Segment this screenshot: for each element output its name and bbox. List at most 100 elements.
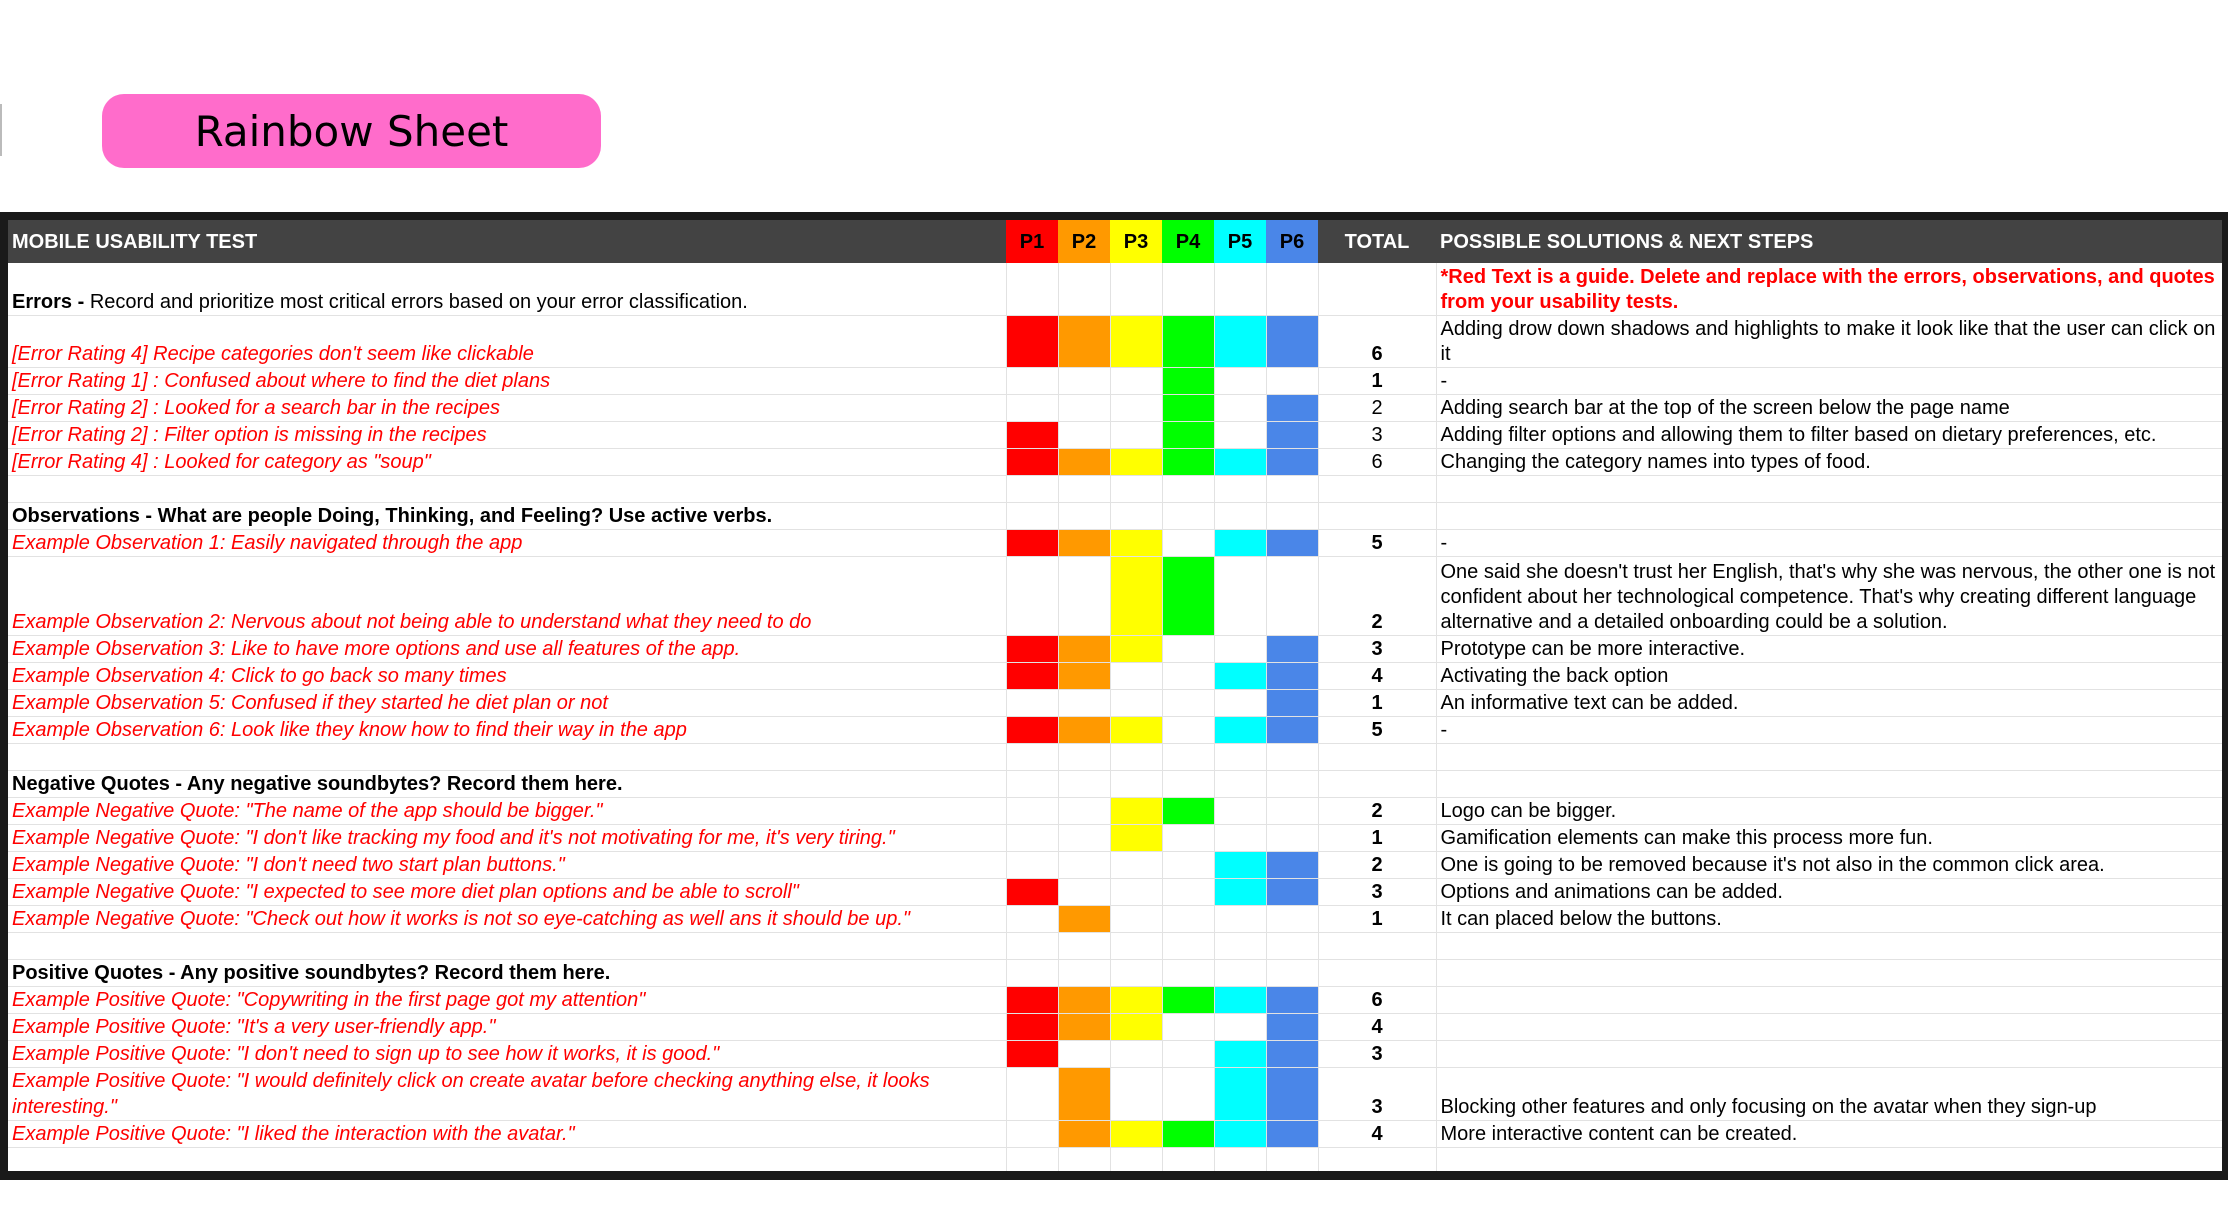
empty-cell[interactable] [1318, 1147, 1437, 1171]
finding-text[interactable]: Example Positive Quote: "Copywriting in … [8, 986, 1007, 1014]
participant-p2-cell[interactable] [1058, 716, 1111, 744]
participant-p3-cell[interactable] [1110, 1040, 1163, 1068]
participant-p5-cell[interactable] [1214, 662, 1267, 690]
participant-p3-cell[interactable] [1110, 797, 1163, 825]
participant-p6-cell[interactable] [1266, 1067, 1319, 1121]
empty-cell[interactable] [1006, 770, 1059, 798]
participant-p1-cell[interactable] [1006, 421, 1059, 449]
participant-p4-cell[interactable] [1162, 1040, 1215, 1068]
participant-p3-cell[interactable] [1110, 529, 1163, 557]
empty-cell[interactable] [1162, 1147, 1215, 1171]
total-cell[interactable]: 3 [1318, 1067, 1437, 1121]
total-cell[interactable]: 2 [1318, 556, 1437, 636]
section-label[interactable]: Observations - What are people Doing, Th… [8, 502, 1007, 530]
participant-p2-cell[interactable] [1058, 878, 1111, 906]
participant-p4-cell[interactable] [1162, 1067, 1215, 1121]
empty-cell[interactable] [1266, 263, 1319, 316]
participant-p1-cell[interactable] [1006, 986, 1059, 1014]
participant-p6-cell[interactable] [1266, 421, 1319, 449]
solution-cell[interactable]: An informative text can be added. [1436, 689, 2222, 717]
participant-p4-cell[interactable] [1162, 824, 1215, 852]
solution-cell[interactable]: More interactive content can be created. [1436, 1120, 2222, 1148]
participant-p1-cell[interactable] [1006, 529, 1059, 557]
participant-p2-cell[interactable] [1058, 1120, 1111, 1148]
participant-p6-cell[interactable] [1266, 635, 1319, 663]
participant-p3-cell[interactable] [1110, 635, 1163, 663]
solution-cell[interactable]: Blocking other features and only focusin… [1436, 1067, 2222, 1121]
total-cell[interactable]: 4 [1318, 1013, 1437, 1041]
empty-cell[interactable] [1058, 770, 1111, 798]
empty-cell[interactable] [1162, 932, 1215, 960]
finding-text[interactable]: Example Observation 1: Easily navigated … [8, 529, 1007, 557]
participant-p5-cell[interactable] [1214, 986, 1267, 1014]
solutions-cell[interactable] [1436, 502, 2222, 530]
participant-p3-cell[interactable] [1110, 662, 1163, 690]
participant-p1-cell[interactable] [1006, 448, 1059, 476]
participant-p1-cell[interactable] [1006, 315, 1059, 368]
empty-cell[interactable] [1110, 502, 1163, 530]
participant-p5-cell[interactable] [1214, 315, 1267, 368]
finding-text[interactable]: Example Positive Quote: "It's a very use… [8, 1013, 1007, 1041]
total-cell[interactable]: 2 [1318, 797, 1437, 825]
empty-cell[interactable] [1110, 959, 1163, 987]
participant-p6-cell[interactable] [1266, 394, 1319, 422]
solution-cell[interactable]: - [1436, 529, 2222, 557]
participant-p4-cell[interactable] [1162, 851, 1215, 879]
empty-cell[interactable] [1006, 959, 1059, 987]
participant-p6-cell[interactable] [1266, 986, 1319, 1014]
empty-cell[interactable] [1006, 263, 1059, 316]
participant-p5-cell[interactable] [1214, 851, 1267, 879]
total-cell[interactable]: 6 [1318, 448, 1437, 476]
finding-text[interactable]: Example Positive Quote: "I would definit… [8, 1067, 1007, 1121]
participant-p2-cell[interactable] [1058, 1067, 1111, 1121]
solution-cell[interactable]: Adding filter options and allowing them … [1436, 421, 2222, 449]
participant-p1-cell[interactable] [1006, 662, 1059, 690]
empty-cell[interactable] [1318, 770, 1437, 798]
empty-cell[interactable] [1058, 475, 1111, 503]
solution-cell[interactable]: Options and animations can be added. [1436, 878, 2222, 906]
solution-cell[interactable]: Activating the back option [1436, 662, 2222, 690]
participant-p1-cell[interactable] [1006, 824, 1059, 852]
total-cell[interactable]: 1 [1318, 824, 1437, 852]
solution-cell[interactable]: Adding search bar at the top of the scre… [1436, 394, 2222, 422]
participant-p1-cell[interactable] [1006, 878, 1059, 906]
participant-p3-cell[interactable] [1110, 1013, 1163, 1041]
solutions-cell[interactable] [1436, 959, 2222, 987]
finding-text[interactable]: Example Observation 2: Nervous about not… [8, 556, 1007, 636]
empty-cell[interactable] [1318, 502, 1437, 530]
empty-cell[interactable] [1214, 475, 1267, 503]
section-label[interactable]: Negative Quotes - Any negative soundbyte… [8, 770, 1007, 798]
participant-p5-cell[interactable] [1214, 1040, 1267, 1068]
total-cell[interactable]: 3 [1318, 421, 1437, 449]
total-cell[interactable]: 6 [1318, 986, 1437, 1014]
empty-cell[interactable] [1436, 932, 2222, 960]
empty-cell[interactable] [1110, 1147, 1163, 1171]
participant-p3-cell[interactable] [1110, 448, 1163, 476]
empty-cell[interactable] [1214, 1147, 1267, 1171]
finding-text[interactable]: Example Negative Quote: "The name of the… [8, 797, 1007, 825]
participant-p5-cell[interactable] [1214, 689, 1267, 717]
participant-p1-cell[interactable] [1006, 1067, 1059, 1121]
participant-p1-cell[interactable] [1006, 716, 1059, 744]
section-label[interactable]: Errors - Record and prioritize most crit… [8, 263, 1007, 316]
participant-p4-cell[interactable] [1162, 1120, 1215, 1148]
empty-cell[interactable] [1318, 475, 1437, 503]
participant-p1-cell[interactable] [1006, 797, 1059, 825]
participant-p3-cell[interactable] [1110, 556, 1163, 636]
participant-p6-cell[interactable] [1266, 1120, 1319, 1148]
finding-text[interactable]: [Error Rating 4] Recipe categories don't… [8, 315, 1007, 368]
solution-cell[interactable]: One is going to be removed because it's … [1436, 851, 2222, 879]
participant-p4-cell[interactable] [1162, 662, 1215, 690]
participant-p5-cell[interactable] [1214, 1120, 1267, 1148]
empty-cell[interactable] [1006, 475, 1059, 503]
solution-cell[interactable] [1436, 1013, 2222, 1041]
empty-cell[interactable] [1110, 263, 1163, 316]
solution-cell[interactable]: - [1436, 716, 2222, 744]
participant-p5-cell[interactable] [1214, 716, 1267, 744]
empty-cell[interactable] [1214, 959, 1267, 987]
empty-cell[interactable] [1006, 1147, 1059, 1171]
empty-cell[interactable] [1318, 743, 1437, 771]
empty-cell[interactable] [1266, 502, 1319, 530]
empty-cell[interactable] [1214, 932, 1267, 960]
empty-cell[interactable] [8, 932, 1007, 960]
